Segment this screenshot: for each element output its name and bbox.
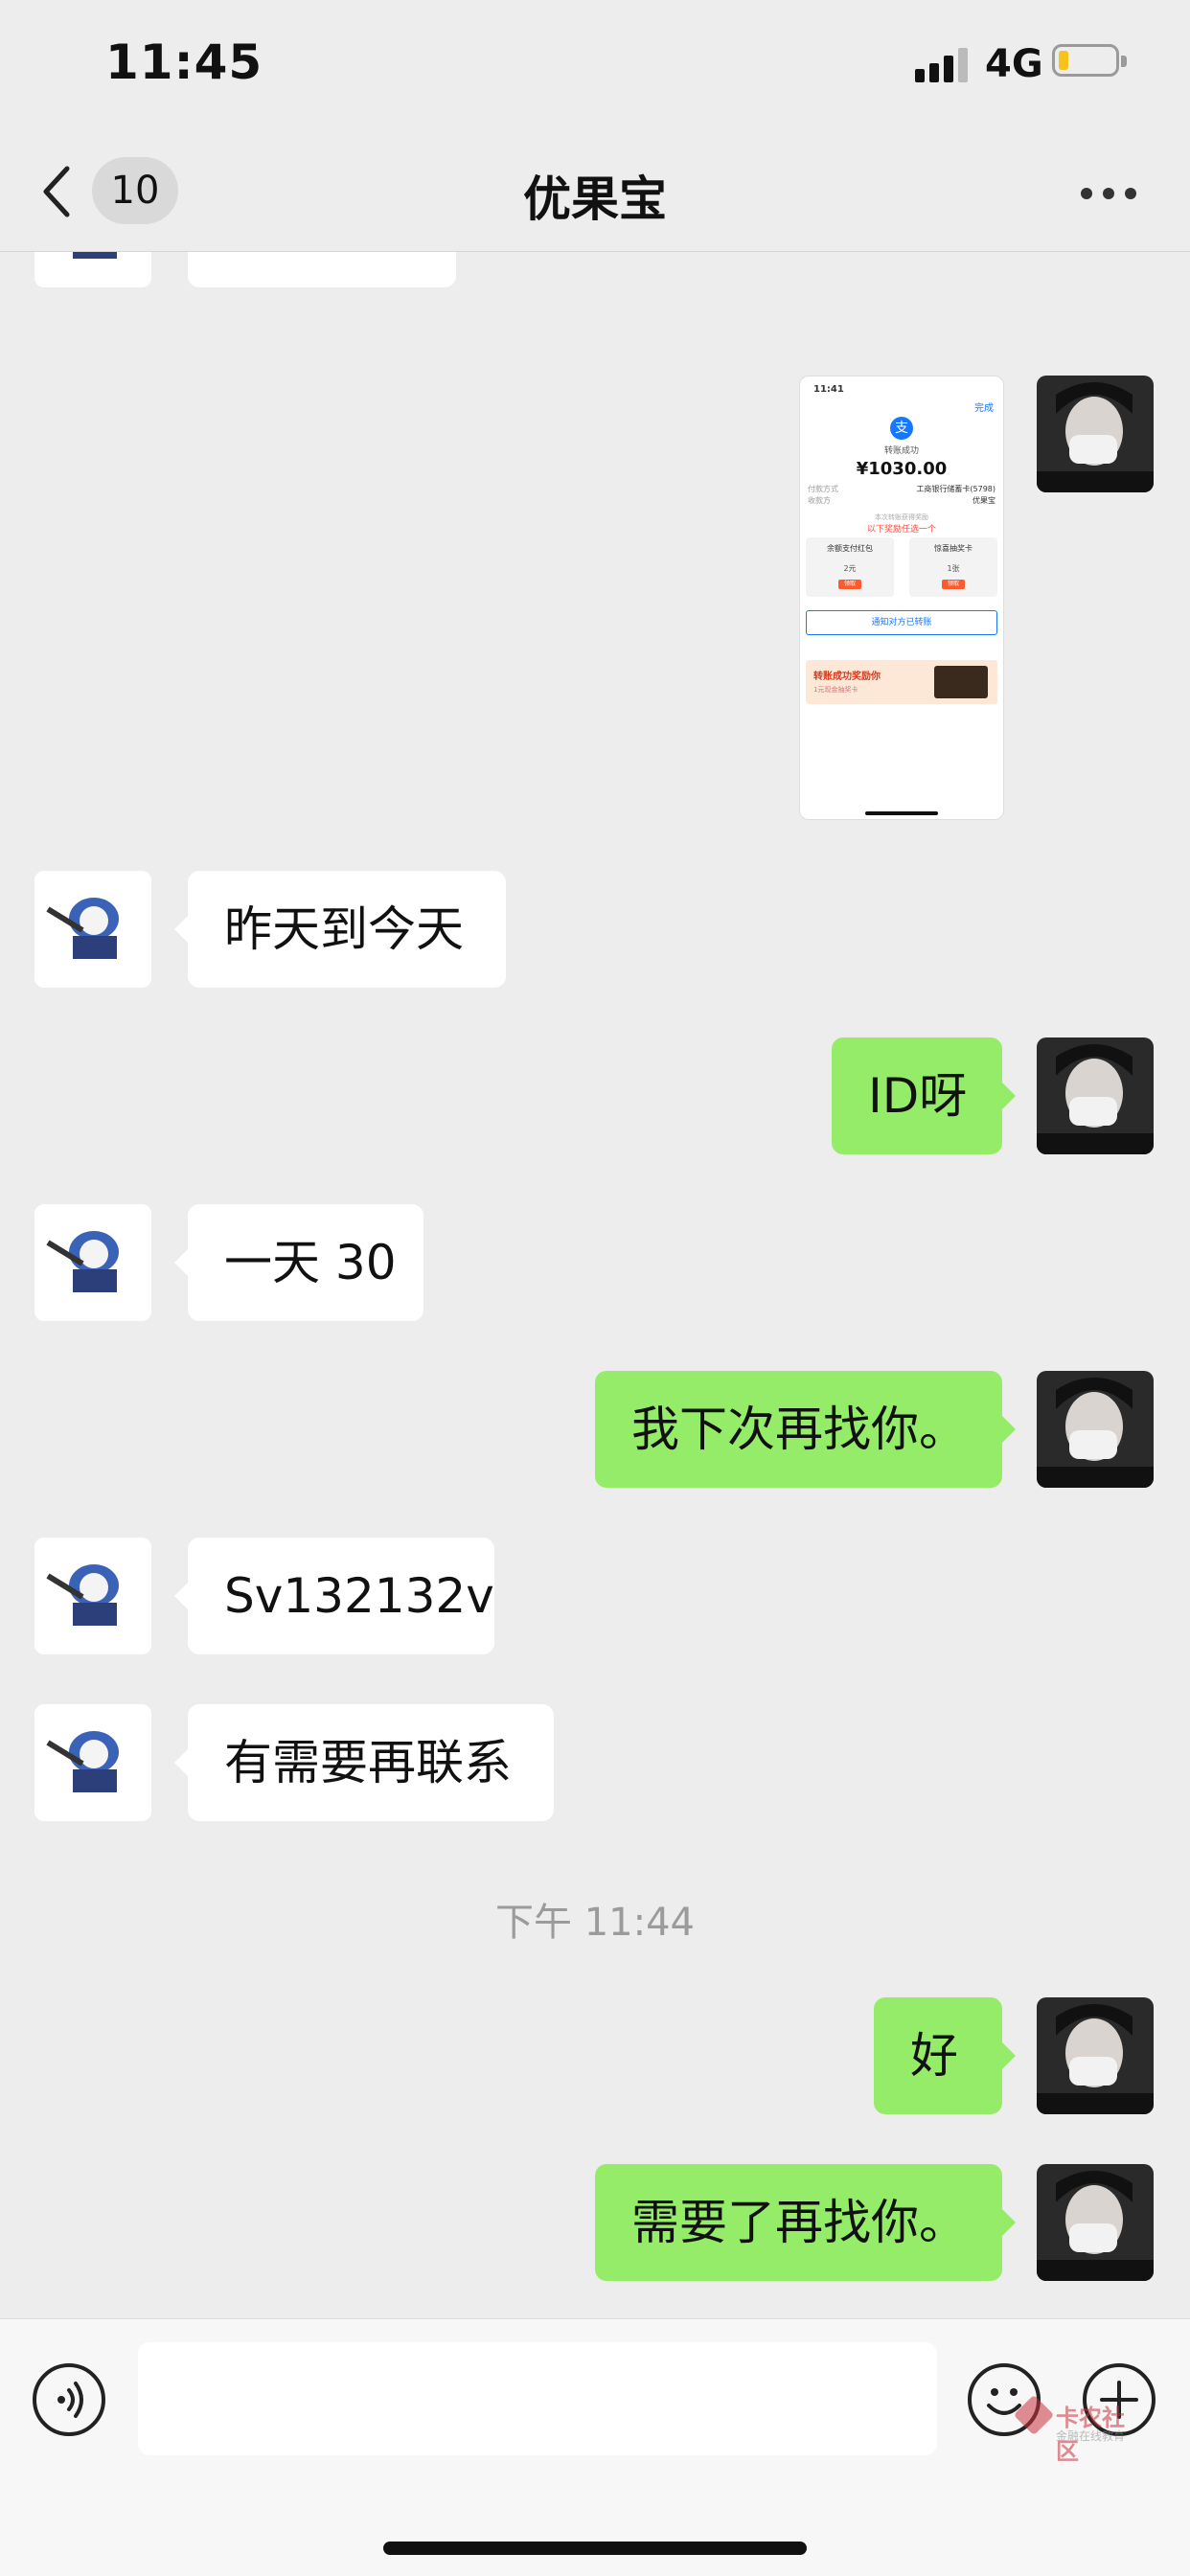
thumb-done: 完成 (974, 403, 994, 414)
signal-icon (915, 44, 973, 82)
message-bubble-incoming[interactable]: 昨天到今天 (174, 871, 506, 988)
my-avatar[interactable] (1037, 2164, 1154, 2281)
envelope-icon (934, 666, 988, 698)
message-bubble-incoming[interactable]: 有需要再联系 (174, 1704, 554, 1821)
kanong-logo-icon (1013, 2394, 1055, 2436)
alipay-logo-icon: 支 (890, 417, 913, 440)
voice-input-icon[interactable] (33, 2363, 105, 2436)
thumb-card-lottery: 惊喜抽奖卡 1张 领取 (909, 537, 997, 597)
message-bubble-incoming[interactable]: 转支付宝 (188, 251, 456, 287)
more-options-icon[interactable] (1081, 188, 1136, 201)
message-bubble-outgoing[interactable]: 好 (874, 1997, 1016, 2114)
contact-avatar[interactable] (34, 1204, 151, 1321)
thumb-status: 转账成功 (883, 446, 919, 456)
network-type: 4G (985, 42, 1043, 86)
my-avatar[interactable] (1037, 1037, 1154, 1154)
status-time: 11:45 (105, 34, 263, 90)
message-bubble-outgoing[interactable]: ID呀 (832, 1037, 1016, 1154)
contact-avatar[interactable] (34, 251, 151, 287)
thumb-amount: ¥1030.00 (856, 459, 948, 479)
thumb-time: 11:41 (813, 384, 844, 395)
message-bubble-incoming[interactable]: Sv132132v (174, 1538, 494, 1654)
contact-avatar[interactable] (34, 871, 151, 988)
message-bubble-outgoing[interactable]: 我下次再找你。 (595, 1371, 1016, 1488)
message-timestamp: 下午 11:44 (495, 1901, 695, 1945)
shared-image-transfer-receipt[interactable]: 11:41 完成 支 转账成功 ¥1030.00 付款方式 工商银行储蓄卡(579… (799, 376, 1004, 820)
thumb-notify: 通知对方已转账 (806, 610, 997, 635)
message-bubble-incoming[interactable]: 一天 30 (174, 1204, 423, 1321)
thumb-row-payee: 收款方 优果宝 (808, 496, 995, 505)
my-avatar[interactable] (1037, 1371, 1154, 1488)
contact-avatar[interactable] (34, 1538, 151, 1654)
thumb-pick: 以下奖励任选一个 (866, 525, 936, 535)
status-bar: 11:45 4G (0, 0, 1190, 134)
message-input[interactable] (138, 2342, 937, 2455)
my-avatar[interactable] (1037, 1997, 1154, 2114)
chat-title: 优果宝 (523, 171, 667, 227)
thumb-card-redpacket: 余额支付红包 2元 领取 (806, 537, 894, 597)
input-toolbar (0, 2318, 1190, 2576)
message-bubble-outgoing[interactable]: 需要了再找你。 (595, 2164, 1016, 2281)
contact-avatar[interactable] (34, 1704, 151, 1821)
my-avatar[interactable] (1037, 376, 1154, 492)
watermark-logo: 卡农社区 金融在线教育 (1013, 2394, 1144, 2465)
battery-icon (1052, 44, 1127, 77)
thumb-note: 本次转账获得奖励 (875, 513, 928, 521)
thumb-promo: 转账成功奖励你 1元现金抽奖卡 (806, 660, 997, 704)
chat-header: 10 优果宝 (0, 134, 1190, 252)
home-indicator[interactable] (383, 2542, 807, 2555)
message-list[interactable]: 转支付宝 11:41 完成 支 转账成功 ¥1030.00 付款方式工商银行储蓄… (0, 251, 1190, 2318)
thumb-row-payment: 付款方式 工商银行储蓄卡(5798) (808, 485, 995, 493)
